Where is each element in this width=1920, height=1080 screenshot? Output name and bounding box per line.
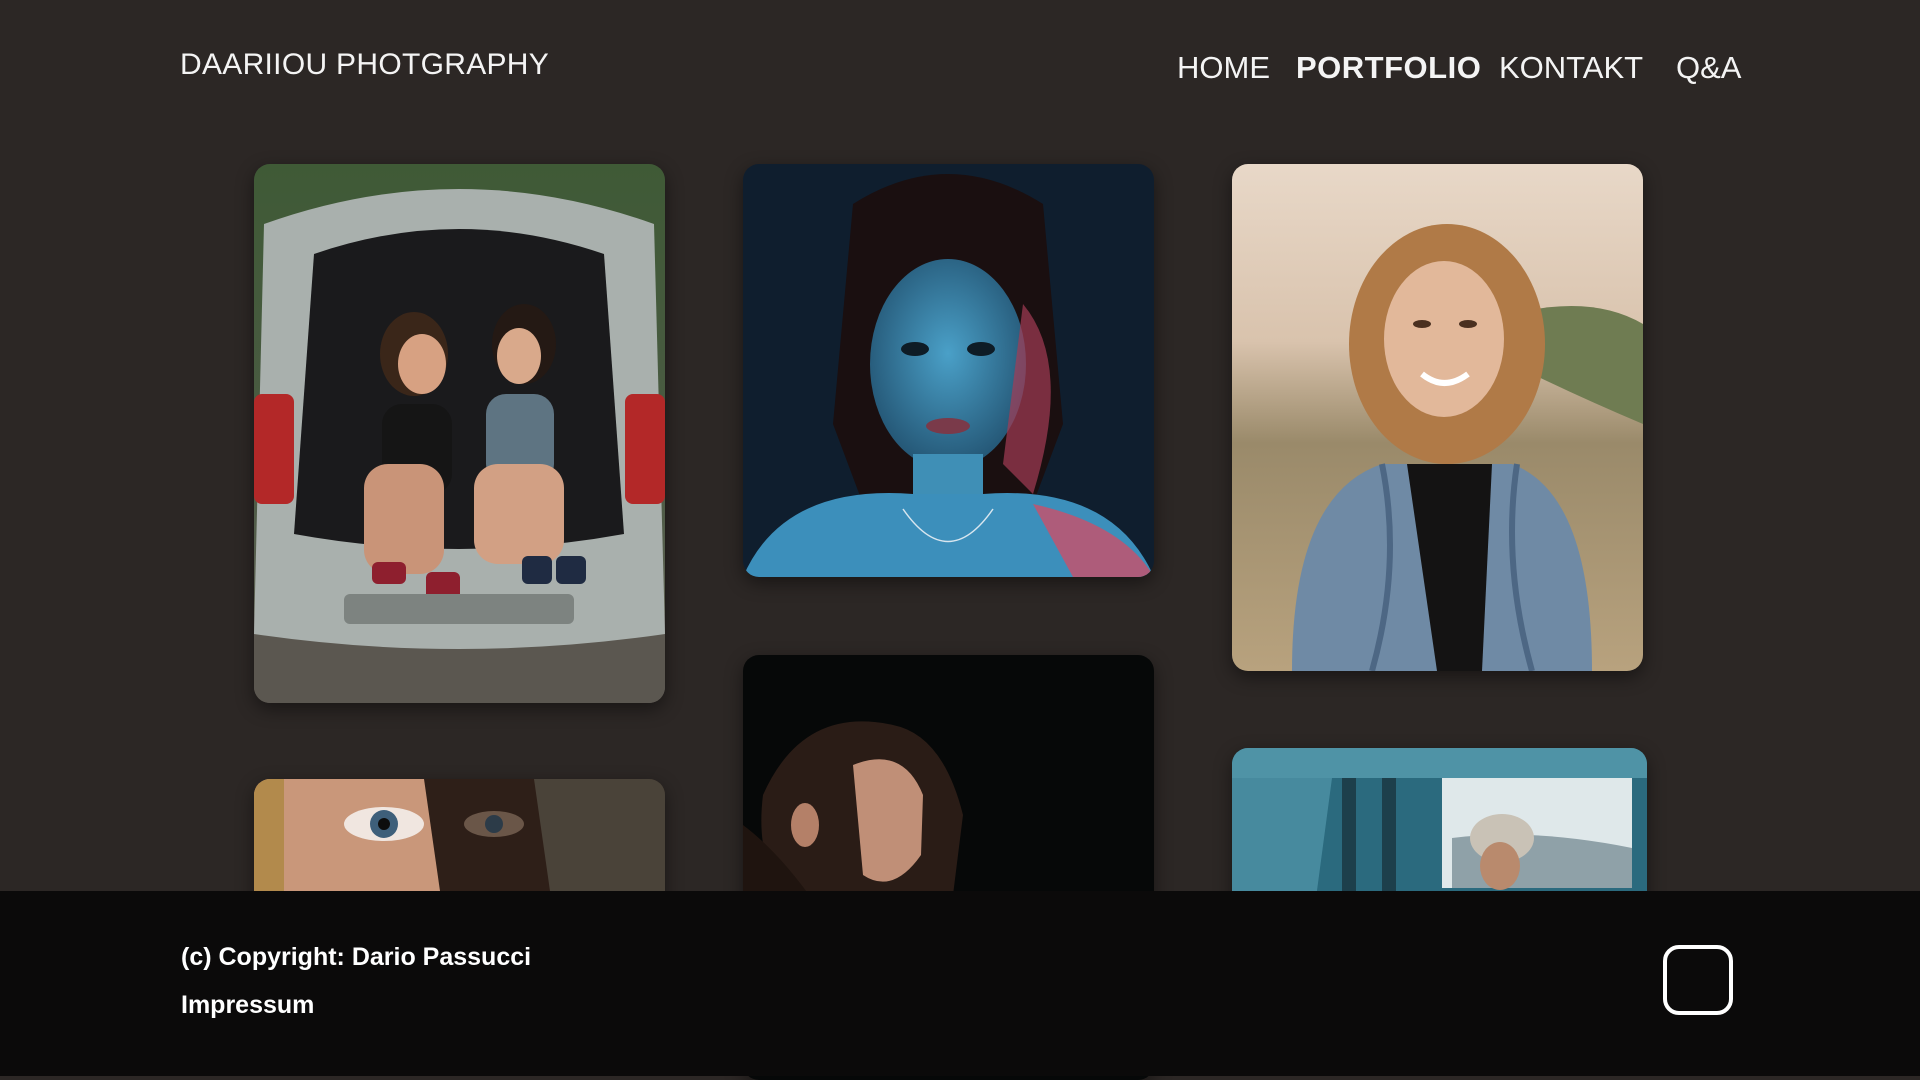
page: DAARIIOU PHOTGRAPHY HOME PORTFOLIO KONTA… [0, 0, 1920, 1080]
nav-home[interactable]: HOME [1177, 50, 1270, 86]
gallery-photo-neon-portrait[interactable] [743, 164, 1154, 577]
nav-portfolio[interactable]: PORTFOLIO [1296, 50, 1481, 86]
photo-denim-jacket-image [1232, 164, 1643, 671]
gallery-photo-denim-jacket[interactable] [1232, 164, 1643, 671]
copyright-text: (c) Copyright: Dario Passucci [181, 943, 532, 971]
square-icon[interactable] [1663, 945, 1733, 1015]
photo-car-trunk-image [254, 164, 665, 703]
brand-logo[interactable]: DAARIIOU PHOTGRAPHY [180, 48, 549, 82]
footer: (c) Copyright: Dario Passucci Impressum [0, 891, 1920, 1076]
nav-qa[interactable]: Q&A [1676, 50, 1741, 86]
main-nav: HOME PORTFOLIO KONTAKT Q&A [1170, 50, 1750, 90]
photo-neon-portrait-image [743, 164, 1154, 577]
nav-kontakt[interactable]: KONTAKT [1499, 50, 1643, 86]
impressum-link[interactable]: Impressum [181, 991, 314, 1020]
gallery-photo-car-trunk[interactable] [254, 164, 665, 703]
